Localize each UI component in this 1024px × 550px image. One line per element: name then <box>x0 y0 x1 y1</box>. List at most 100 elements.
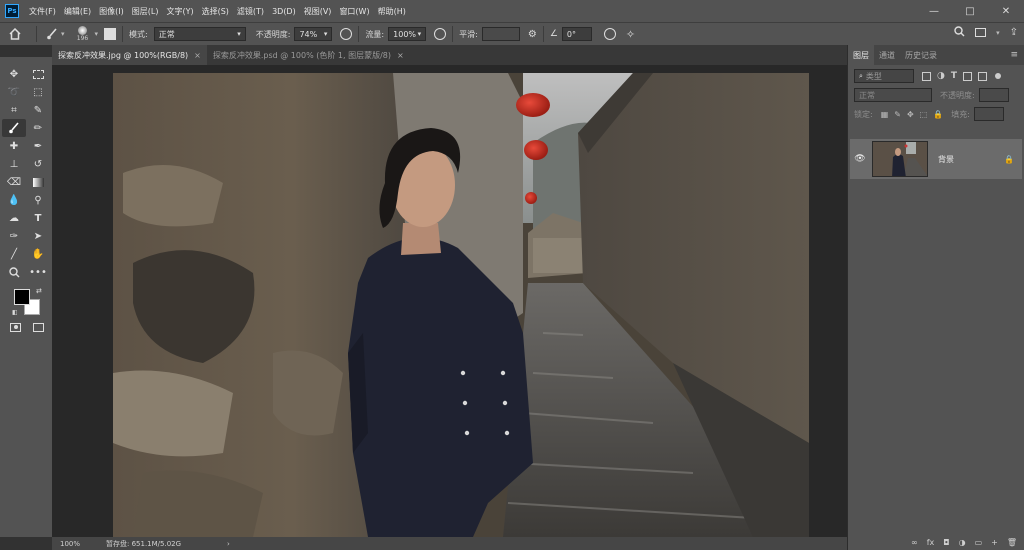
new-group-icon[interactable]: ▭ <box>975 538 983 547</box>
hand-tool-icon[interactable]: ✋ <box>26 245 50 263</box>
mode-select[interactable]: 正常 ▾ <box>153 27 246 41</box>
path-selection-tool-icon[interactable]: ➤ <box>26 227 50 245</box>
dodge-tool-icon[interactable]: ⚲ <box>26 191 50 209</box>
eraser-tool-icon[interactable]: ⌫ <box>2 173 26 191</box>
opacity-field[interactable]: 74% ▾ <box>294 27 333 41</box>
pressure-opacity-icon[interactable] <box>340 28 353 40</box>
panel-menu-icon[interactable]: ≡ <box>1010 50 1018 60</box>
lock-image-icon[interactable]: ✎ <box>894 110 901 119</box>
toolbar-grip[interactable] <box>0 57 52 65</box>
gear-icon[interactable]: ⚙ <box>528 29 537 40</box>
mixer-brush-tool-icon[interactable]: ✒ <box>26 137 50 155</box>
menu-image[interactable]: 图像(I) <box>95 6 128 17</box>
crop-tool-icon[interactable]: ⌗ <box>2 101 26 119</box>
tab-jpg[interactable]: 探索反冲效果.jpg @ 100%(RGB/8) × <box>52 45 207 65</box>
object-selection-tool-icon[interactable]: ⬚ <box>26 83 50 101</box>
eyedropper-tool-icon[interactable]: ✎ <box>26 101 50 119</box>
menu-file[interactable]: 文件(F) <box>25 6 60 17</box>
airbrush-icon[interactable] <box>434 28 447 40</box>
minimize-button[interactable]: — <box>916 0 952 22</box>
lock-position-icon[interactable]: ✥ <box>907 110 914 119</box>
kind-filter-select[interactable]: ⌕ 类型 <box>854 69 914 83</box>
symmetry-icon[interactable]: ✧ <box>626 28 635 41</box>
lock-transparent-icon[interactable]: ▦ <box>881 110 889 119</box>
menu-help[interactable]: 帮助(H) <box>374 6 410 17</box>
smoothing-field[interactable] <box>481 27 520 41</box>
new-layer-icon[interactable]: + <box>991 538 998 547</box>
chevron-down-icon[interactable]: ▾ <box>95 30 99 38</box>
chevron-down-icon[interactable]: ▾ <box>61 30 65 38</box>
pressure-size-icon[interactable] <box>603 28 616 40</box>
pen-tool-icon[interactable]: ✑ <box>2 227 26 245</box>
filter-shape-icon[interactable] <box>963 71 972 81</box>
workspace-icon[interactable] <box>975 28 987 37</box>
tab-history[interactable]: 历史记录 <box>900 45 942 65</box>
menu-view[interactable]: 视图(V) <box>300 6 336 17</box>
filter-pixel-icon[interactable] <box>922 71 931 81</box>
canvas-area[interactable] <box>52 65 847 537</box>
gradient-tool-icon[interactable] <box>26 173 50 191</box>
add-mask-icon[interactable]: ◘ <box>943 538 949 547</box>
menu-select[interactable]: 选择(S) <box>198 6 233 17</box>
filter-adjustment-icon[interactable]: ◑ <box>937 71 945 81</box>
quick-mask-icon[interactable] <box>10 323 21 332</box>
layer-opacity-field[interactable] <box>978 88 1009 102</box>
healing-brush-tool-icon[interactable]: ✚ <box>2 137 26 155</box>
chevron-down-icon[interactable]: ▾ <box>996 29 1000 37</box>
flow-field[interactable]: 100% ▾ <box>388 27 427 41</box>
lock-artboard-icon[interactable]: ⬚ <box>920 110 928 119</box>
filter-toggle-icon[interactable] <box>995 73 1001 79</box>
maximize-button[interactable]: □ <box>952 0 988 22</box>
clone-stamp-tool-icon[interactable]: ⊥ <box>2 155 26 173</box>
lock-all-icon[interactable]: 🔒 <box>933 110 943 119</box>
zoom-tool-icon[interactable] <box>2 263 26 281</box>
fx-icon[interactable]: fx <box>927 538 935 547</box>
smudge-tool-icon[interactable]: ☁ <box>2 209 26 227</box>
eye-icon[interactable]: 👁 <box>850 154 870 164</box>
pencil-tool-icon[interactable]: ✏ <box>26 119 50 137</box>
share-icon[interactable]: ⇪ <box>1010 27 1018 38</box>
menu-filter[interactable]: 滤镜(T) <box>233 6 268 17</box>
more-tools-icon[interactable]: ••• <box>26 263 50 281</box>
fill-field[interactable] <box>973 107 1004 121</box>
menu-type[interactable]: 文字(Y) <box>162 6 197 17</box>
menu-3d[interactable]: 3D(D) <box>268 7 300 16</box>
trash-icon[interactable]: 🗑 <box>1007 538 1017 547</box>
line-tool-icon[interactable]: ╱ <box>2 245 26 263</box>
filter-smart-object-icon[interactable] <box>978 71 987 81</box>
close-tab-icon[interactable]: × <box>397 51 404 60</box>
link-layers-icon[interactable]: ∞ <box>911 538 918 547</box>
menu-edit[interactable]: 编辑(E) <box>60 6 95 17</box>
filter-type-icon[interactable]: T <box>951 71 957 81</box>
layer-row-background[interactable]: 👁 背景 🔒 <box>850 139 1022 179</box>
history-brush-tool-icon[interactable]: ↺ <box>26 155 50 173</box>
brush-tool-icon[interactable] <box>43 28 61 40</box>
search-icon[interactable] <box>954 26 965 39</box>
brush-tool-icon[interactable] <box>2 119 26 137</box>
blend-mode-select[interactable]: 正常 <box>854 88 932 102</box>
tab-channels[interactable]: 通道 <box>874 45 900 65</box>
tab-layers[interactable]: 图层 <box>848 45 874 65</box>
brush-preset-picker[interactable]: 196 <box>73 26 93 42</box>
marquee-tool-icon[interactable] <box>26 65 50 83</box>
chevron-right-icon[interactable]: › <box>227 540 230 548</box>
close-tab-icon[interactable]: × <box>194 51 201 60</box>
zoom-level[interactable]: 100% <box>60 540 100 548</box>
brush-settings-icon[interactable] <box>104 28 117 40</box>
foreground-color-swatch[interactable] <box>14 289 30 305</box>
home-icon[interactable] <box>0 28 30 40</box>
screen-mode-icon[interactable] <box>33 323 44 332</box>
document-image[interactable] <box>113 73 809 537</box>
close-button[interactable]: ✕ <box>988 0 1024 22</box>
swap-colors-icon[interactable]: ⇄ <box>36 287 42 295</box>
blur-tool-icon[interactable]: 💧 <box>2 191 26 209</box>
tab-psd[interactable]: 探索反冲效果.psd @ 100% (色阶 1, 图层蒙版/8) × <box>207 45 410 65</box>
menu-window[interactable]: 窗口(W) <box>335 6 373 17</box>
adjustment-layer-icon[interactable]: ◑ <box>959 538 966 547</box>
menu-layer[interactable]: 图层(L) <box>128 6 163 17</box>
default-colors-icon[interactable]: ◧ <box>12 309 18 316</box>
move-tool-icon[interactable]: ✥ <box>2 65 26 83</box>
lasso-tool-icon[interactable]: ➰ <box>2 83 26 101</box>
type-tool-icon[interactable]: T <box>26 209 50 227</box>
angle-field[interactable]: 0° <box>561 27 592 41</box>
